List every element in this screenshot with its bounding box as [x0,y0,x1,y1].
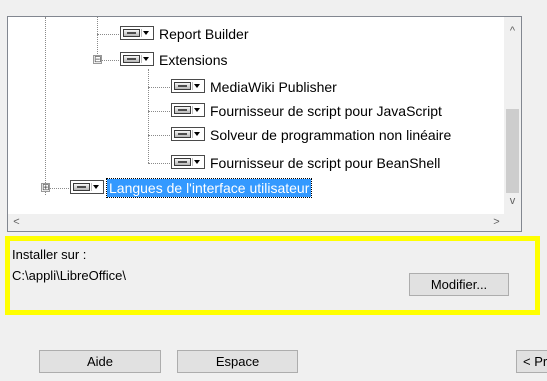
tree-line [148,111,170,112]
tree-line [148,87,170,88]
install-path: C:\appli\LibreOffice\ [12,268,126,283]
drive-icon [123,55,140,63]
scrollbar-thumb[interactable] [506,109,519,193]
feature-tree[interactable]: ⊟ ⊞ Report Builder Extensions MediaWiki … [7,16,522,232]
feature-state-dropdown[interactable] [70,180,104,194]
tree-line [148,163,170,164]
tree-line [45,17,46,195]
feature-state-dropdown[interactable] [120,52,154,66]
previous-button[interactable]: < Pr [516,350,547,373]
tree-item-label: Langues de l'interface utilisateur [105,178,313,198]
space-button[interactable]: Espace [177,350,298,373]
tree-item-label: Extensions [159,52,228,68]
collapse-icon[interactable]: ⊟ [93,55,102,64]
drive-icon [174,158,191,166]
scroll-left-icon[interactable]: < [8,214,25,231]
scroll-up-icon[interactable]: ^ [504,23,521,40]
feature-state-dropdown[interactable] [120,26,154,40]
scroll-right-icon[interactable]: > [488,214,505,231]
drive-icon [174,106,191,114]
tree-item-label: Solveur de programmation non linéaire [210,127,452,143]
scrollbar-corner [504,214,521,231]
chevron-down-icon [91,183,101,191]
modify-button[interactable]: Modifier... [409,273,509,296]
chevron-down-icon [192,82,202,90]
chevron-down-icon [141,29,151,37]
drive-icon [174,82,191,90]
drive-icon [73,183,90,191]
tree-item-label: MediaWiki Publisher [210,79,337,95]
vertical-scrollbar[interactable]: ^ v [504,17,521,215]
tree-line [97,34,119,35]
tree-item-label: Fournisseur de script pour JavaScript [210,103,442,119]
tree-view[interactable]: ⊟ ⊞ Report Builder Extensions MediaWiki … [8,17,505,215]
help-button[interactable]: Aide [39,350,161,373]
chevron-down-icon [192,106,202,114]
tree-line [148,135,170,136]
tree-item-label: Report Builder [159,26,249,42]
expand-icon[interactable]: ⊞ [41,183,50,192]
feature-state-dropdown[interactable] [171,79,205,93]
chevron-down-icon [192,130,202,138]
drive-icon [174,130,191,138]
feature-state-dropdown[interactable] [171,103,205,117]
drive-icon [123,29,140,37]
tree-item-label: Fournisseur de script pour BeanShell [210,155,441,171]
chevron-down-icon [141,55,151,63]
install-location-label: Installer sur : [12,247,87,262]
scroll-down-icon[interactable]: v [504,193,521,210]
tree-line [148,69,149,163]
feature-state-dropdown[interactable] [171,155,205,169]
chevron-down-icon [192,158,202,166]
horizontal-scrollbar[interactable]: < > [8,214,505,231]
feature-state-dropdown[interactable] [171,127,205,141]
